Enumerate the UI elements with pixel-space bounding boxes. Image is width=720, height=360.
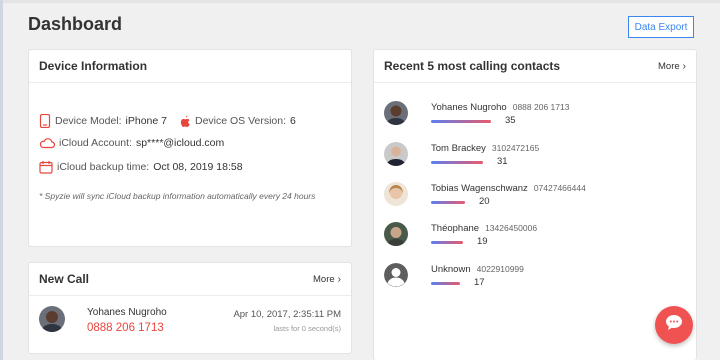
contacts-more-label: More [658,60,680,72]
contact-name: Tom Brackey 3102472165 [431,143,540,154]
call-time: Apr 10, 2017, 2:35:11 PM [233,309,341,320]
list-item[interactable]: Unknown 4022910999 17 [384,263,684,295]
avatar [384,182,408,206]
contact-name: Théophane 13426450006 [431,223,538,234]
contacts-title: Recent 5 most calling contacts [384,59,561,73]
device-model-row: Device Model: iPhone 7 Device OS Version… [39,114,296,128]
new-call-card: New Call More › Yohanes Nugroho 0888 206… [28,262,352,354]
device-model-label: Device Model: [55,115,122,127]
contact-phone: 0888 206 1713 [512,102,570,112]
icloud-account-label: iCloud Account: [59,137,132,149]
device-model-value: iPhone 7 [125,115,167,127]
call-count: 20 [479,196,490,207]
sync-note: * Spyzie will sync iCloud backup informa… [39,191,316,201]
apple-icon [179,115,191,128]
call-count: 35 [505,115,516,126]
call-count-bar [431,241,463,244]
avatar [384,142,408,166]
call-count: 17 [474,277,485,288]
call-count-bar [431,201,465,204]
calendar-icon [39,160,53,174]
contact-phone: 4022910999 [476,264,524,274]
avatar [384,222,408,246]
chevron-right-icon: › [682,60,686,72]
contact-name: Unknown 4022910999 [431,264,524,275]
contact-phone: 13426450006 [485,223,538,233]
caller-name: Yohanes Nugroho [87,307,167,318]
contact-phone: 07427466444 [533,183,586,193]
list-item[interactable]: Yohanes Nugroho 0888 206 1713 35 [384,101,684,133]
icloud-backup-value: Oct 08, 2019 18:58 [153,161,243,173]
device-card-header: Device Information [29,50,351,83]
list-item[interactable]: Tom Brackey 3102472165 31 [384,142,684,174]
avatar [384,263,408,287]
new-call-title: New Call [39,272,90,286]
call-count-bar [431,282,460,285]
caller-number: 0888 206 1713 [87,322,164,334]
icloud-backup-row: iCloud backup time: Oct 08, 2019 18:58 [39,160,243,174]
chat-button[interactable] [655,306,693,344]
device-os-label: Device OS Version: [194,115,287,127]
data-export-button[interactable]: Data Export [628,16,694,38]
avatar [384,101,408,125]
call-count: 31 [497,156,508,167]
left-edge [0,0,3,360]
top-border [0,0,720,3]
new-call-more-link[interactable]: More › [313,274,341,285]
contact-name: Tobias Wagenschwanz 07427466444 [431,183,586,194]
page-title: Dashboard [28,14,123,34]
call-duration: lasts for 0 second(s) [273,324,341,333]
list-item[interactable]: Théophane 13426450006 19 [384,222,684,254]
contact-name: Yohanes Nugroho 0888 206 1713 [431,102,570,113]
device-card-title: Device Information [39,59,148,73]
new-call-header: New Call More › [29,263,351,296]
contact-phone: 3102472165 [491,143,540,153]
call-count-bar [431,161,483,164]
icloud-account-value: sp****@icloud.com [135,137,225,149]
list-item[interactable]: Tobias Wagenschwanz 07427466444 20 [384,182,684,214]
new-call-more-label: More [313,273,335,285]
chat-icon [665,314,683,336]
call-count-bar [431,120,491,123]
avatar [39,306,65,332]
contacts-more-link[interactable]: More › [658,61,686,72]
chevron-right-icon: › [337,273,341,285]
icloud-backup-label: iCloud backup time: [57,161,150,173]
device-os-value: 6 [290,115,296,127]
device-information-card: Device Information Device Model: iPhone … [28,49,352,247]
cloud-icon [39,137,55,149]
icloud-account-row: iCloud Account: sp****@icloud.com [39,137,224,149]
call-count: 19 [477,236,488,247]
phone-icon [39,114,51,128]
recent-contacts-card: Recent 5 most calling contacts More › Yo… [373,49,697,360]
contacts-header: Recent 5 most calling contacts More › [374,50,696,83]
